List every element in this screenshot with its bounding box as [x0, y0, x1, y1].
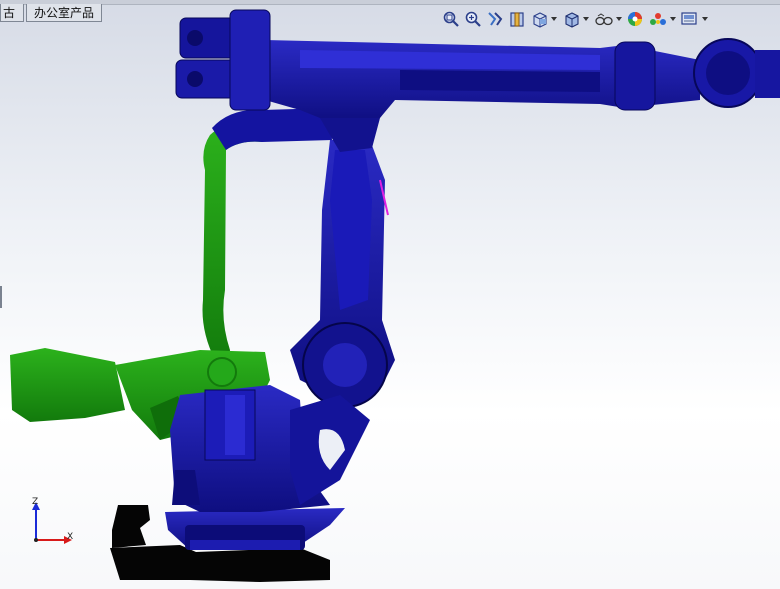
triad-z-label: Z: [32, 497, 39, 507]
triad-x-label: X: [67, 532, 74, 542]
lower-arm[interactable]: [290, 140, 395, 408]
robot-column[interactable]: [170, 385, 370, 512]
axis-motors[interactable]: [175, 9, 271, 111]
robot-base[interactable]: [165, 508, 345, 550]
graphics-area[interactable]: 古 办公室产品 Z X: [0, 0, 780, 589]
robot-model[interactable]: [0, 0, 780, 589]
